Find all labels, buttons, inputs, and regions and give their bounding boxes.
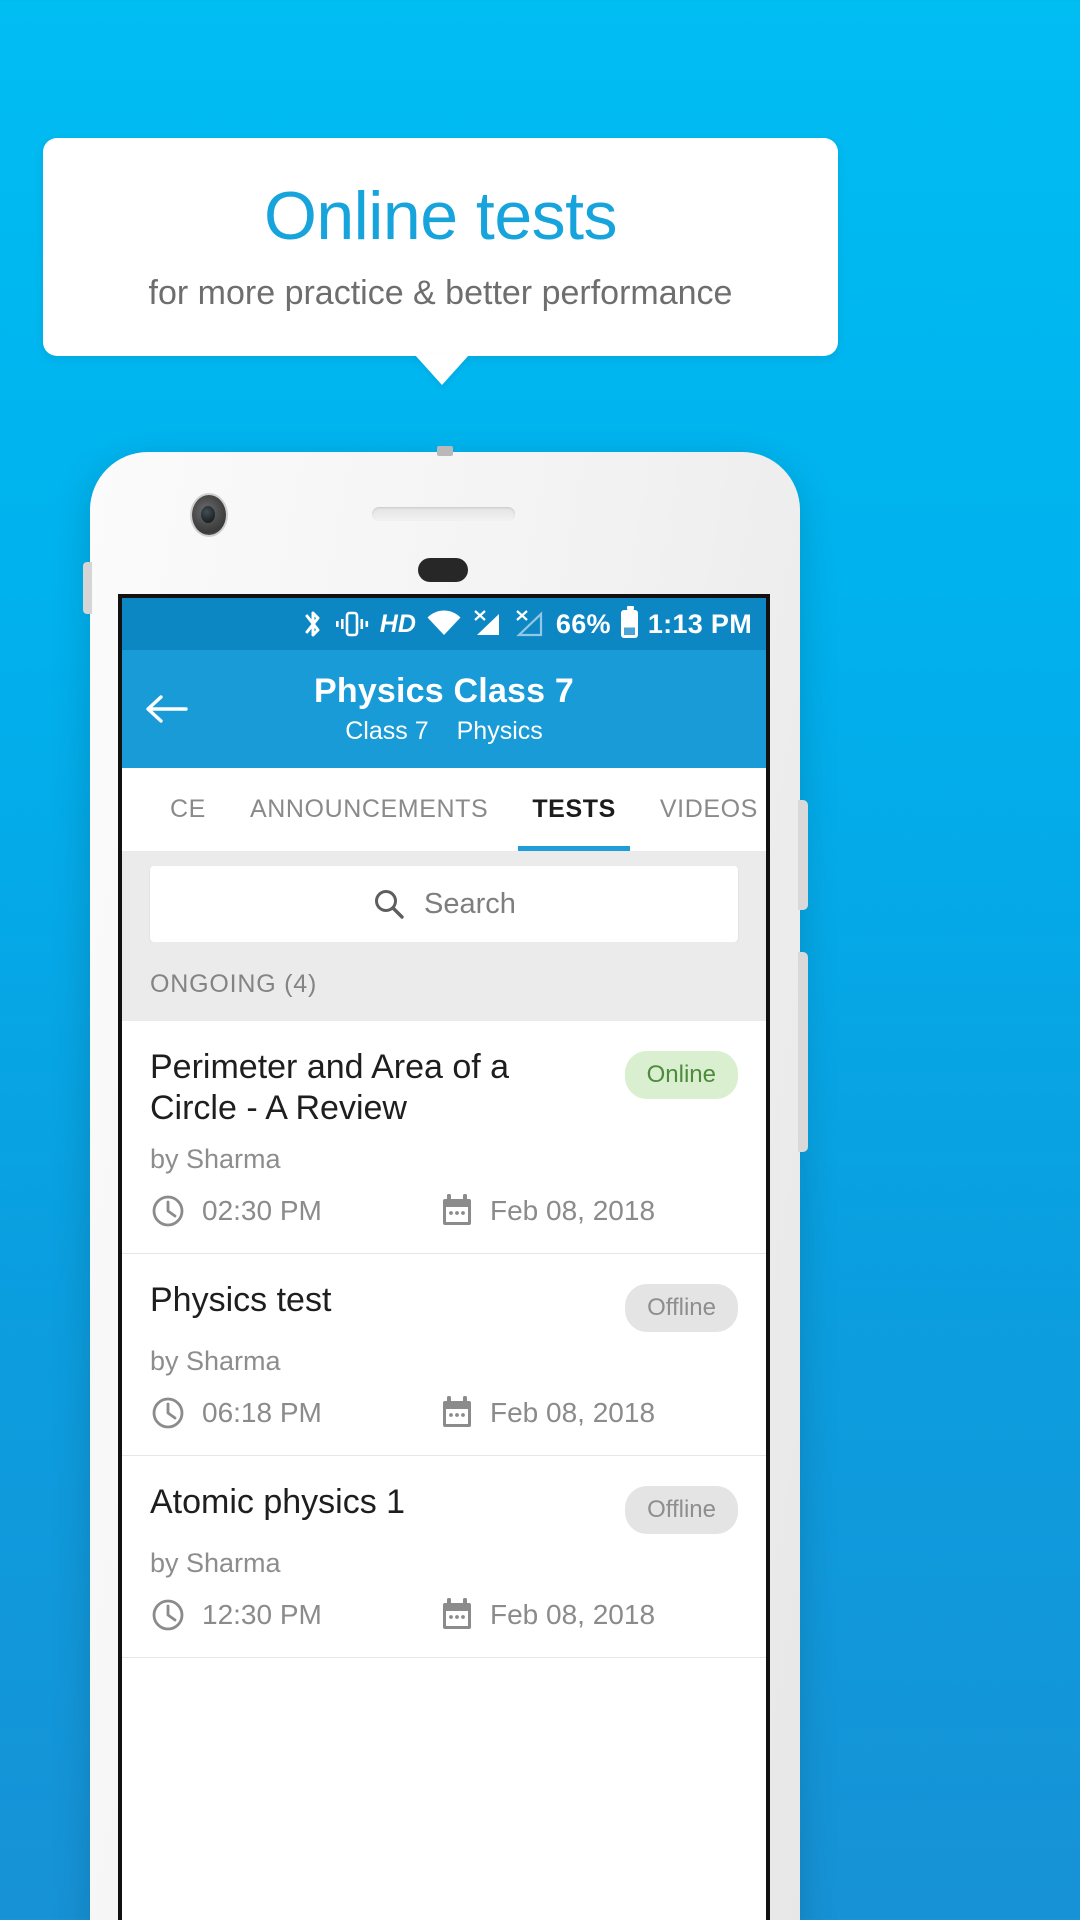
test-title: Atomic physics 1 bbox=[150, 1482, 406, 1521]
search-input[interactable]: Search bbox=[150, 866, 738, 942]
status-bar-clock: 1:13 PM bbox=[647, 608, 752, 639]
battery-percent-label: 66% bbox=[555, 608, 611, 639]
list-item[interactable]: Atomic physics 1 Offline by Sharma 12:30… bbox=[122, 1456, 766, 1658]
battery-icon bbox=[620, 606, 638, 638]
phone-power-button bbox=[798, 952, 808, 1152]
phone-screen: HD 66% 1:13 PM Physics Class 7 Class 7 P… bbox=[118, 594, 770, 1920]
test-time: 06:18 PM bbox=[150, 1395, 440, 1431]
phone-top-antenna bbox=[437, 446, 453, 456]
tab-tests[interactable]: TESTS bbox=[510, 768, 638, 851]
tests-list: Perimeter and Area of a Circle - A Revie… bbox=[122, 1021, 766, 1658]
test-author: by Sharma bbox=[150, 1143, 281, 1174]
tab-bar: CE ANNOUNCEMENTS TESTS VIDEOS bbox=[122, 768, 766, 852]
promo-subtitle: for more practice & better performance bbox=[148, 274, 733, 313]
promo-title: Online tests bbox=[263, 177, 618, 254]
status-badge: Online bbox=[624, 1051, 738, 1099]
calendar-icon bbox=[440, 1597, 474, 1633]
test-date: Feb 08, 2018 bbox=[440, 1597, 655, 1633]
page-title: Physics Class 7 bbox=[313, 672, 575, 710]
back-arrow-icon[interactable] bbox=[144, 686, 190, 732]
test-time: 02:30 PM bbox=[150, 1193, 440, 1229]
bluetooth-icon bbox=[302, 608, 324, 640]
test-meta: 12:30 PM Feb 08, 2018 bbox=[150, 1597, 738, 1633]
test-date-label: Feb 08, 2018 bbox=[490, 1598, 656, 1630]
calendar-icon bbox=[440, 1193, 474, 1229]
test-time-label: 06:18 PM bbox=[202, 1396, 322, 1428]
breadcrumb-class: Class 7 bbox=[345, 717, 429, 745]
status-bar: HD 66% 1:13 PM bbox=[122, 598, 766, 650]
tab-announcements[interactable]: ANNOUNCEMENTS bbox=[228, 768, 510, 851]
test-card-header: Physics test Offline bbox=[150, 1280, 738, 1332]
test-date-label: Feb 08, 2018 bbox=[490, 1194, 656, 1226]
clock-icon bbox=[150, 1395, 186, 1431]
test-card-header: Atomic physics 1 Offline bbox=[150, 1482, 738, 1534]
tab-videos[interactable]: VIDEOS bbox=[638, 768, 766, 851]
search-icon bbox=[372, 887, 406, 921]
clock-icon bbox=[150, 1597, 186, 1633]
phone-left-button bbox=[83, 562, 92, 614]
breadcrumb: Class 7 Physics bbox=[345, 717, 543, 746]
status-badge: Offline bbox=[625, 1283, 738, 1332]
front-camera-icon bbox=[192, 495, 226, 535]
test-meta: 02:30 PM Feb 08, 2018 bbox=[150, 1193, 738, 1229]
search-placeholder: Search bbox=[424, 887, 516, 920]
status-badge: Offline bbox=[625, 1485, 738, 1534]
test-author: by Sharma bbox=[150, 1547, 281, 1578]
hd-icon: HD bbox=[379, 609, 416, 638]
clock-icon bbox=[150, 1193, 186, 1229]
test-meta: 06:18 PM Feb 08, 2018 bbox=[150, 1395, 738, 1431]
test-date: Feb 08, 2018 bbox=[440, 1395, 655, 1431]
proximity-sensor bbox=[418, 558, 468, 582]
calendar-icon bbox=[440, 1395, 474, 1431]
section-header-ongoing: ONGOING (4) bbox=[122, 942, 766, 1021]
signal-1-no-sim-icon bbox=[472, 609, 504, 639]
test-time: 12:30 PM bbox=[150, 1597, 440, 1633]
test-date-label: Feb 08, 2018 bbox=[490, 1396, 656, 1428]
tab-ce[interactable]: CE bbox=[148, 768, 228, 851]
promo-callout: Online tests for more practice & better … bbox=[43, 138, 838, 356]
test-time-label: 12:30 PM bbox=[202, 1598, 322, 1630]
earpiece-speaker bbox=[372, 507, 515, 521]
test-time-label: 02:30 PM bbox=[202, 1194, 322, 1226]
list-item[interactable]: Physics test Offline by Sharma 06:18 PM bbox=[122, 1254, 766, 1456]
list-item[interactable]: Perimeter and Area of a Circle - A Revie… bbox=[122, 1021, 766, 1254]
breadcrumb-subject: Physics bbox=[456, 717, 543, 745]
app-bar: Physics Class 7 Class 7 Physics bbox=[122, 650, 766, 768]
test-date: Feb 08, 2018 bbox=[440, 1193, 655, 1229]
wifi-icon bbox=[426, 610, 462, 638]
phone-volume-button bbox=[798, 800, 808, 910]
test-title: Physics test bbox=[150, 1280, 332, 1319]
signal-2-no-sim-icon bbox=[514, 609, 546, 639]
test-card-header: Perimeter and Area of a Circle - A Revie… bbox=[150, 1047, 738, 1130]
vibrate-icon bbox=[334, 609, 370, 639]
test-author: by Sharma bbox=[150, 1345, 281, 1376]
test-title: Perimeter and Area of a Circle - A Revie… bbox=[150, 1048, 510, 1128]
search-container: Search bbox=[122, 852, 766, 942]
promo-callout-tail bbox=[415, 355, 469, 385]
